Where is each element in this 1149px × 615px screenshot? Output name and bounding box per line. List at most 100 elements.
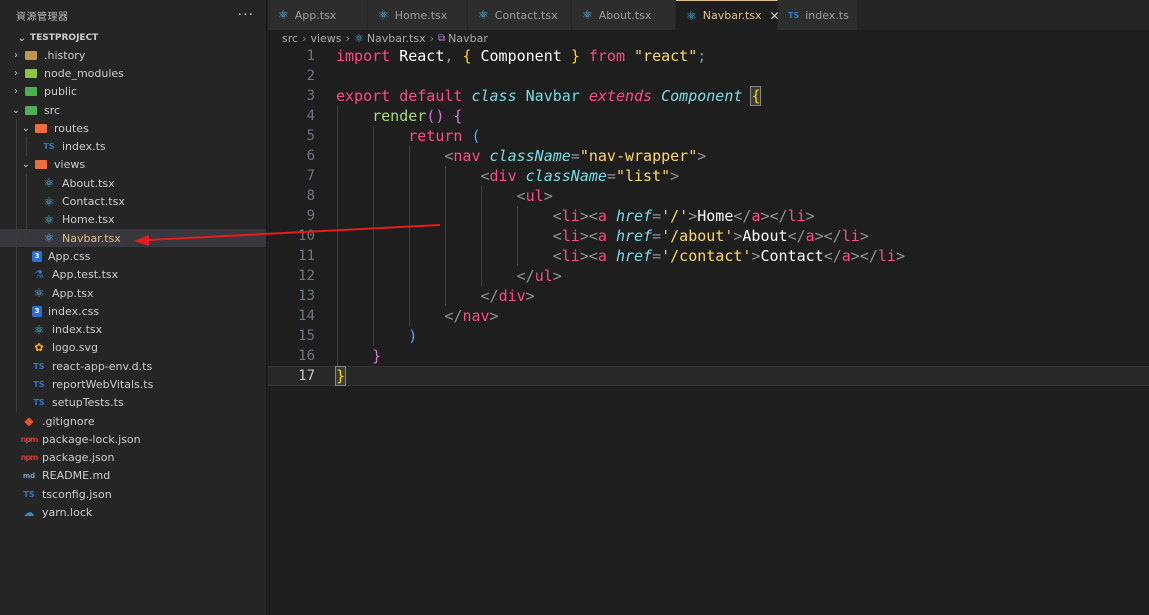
chevron-down-icon: ⌄ xyxy=(21,159,31,171)
folder-item[interactable]: ⌄ src xyxy=(0,101,266,119)
code-line[interactable]: 16 } xyxy=(268,346,1149,366)
code-line[interactable]: 1 import React, { Component } from "reac… xyxy=(268,46,1149,66)
tree-item-label: .history xyxy=(44,48,86,62)
file-item[interactable]: TS tsconfig.json xyxy=(0,485,266,503)
tree-item-label: yarn.lock xyxy=(42,506,93,520)
folder-item[interactable]: › node_modules xyxy=(0,64,266,82)
tree-item-label: About.tsx xyxy=(62,176,115,190)
code-line[interactable]: 4 render() { xyxy=(268,106,1149,126)
typescript-icon: TS xyxy=(23,489,35,499)
routes-folder-icon xyxy=(34,122,48,134)
file-item[interactable]: md README.md xyxy=(0,467,266,485)
code-text: </ul> xyxy=(516,267,562,285)
project-section-header[interactable]: ⌄ TESTPROJECT xyxy=(0,30,266,46)
code-line[interactable]: 15 ) xyxy=(268,326,1149,346)
code-text: </div> xyxy=(480,287,535,305)
line-number: 13 xyxy=(298,288,315,304)
markdown-icon: md xyxy=(22,471,36,480)
line-number: 8 xyxy=(306,188,315,204)
breadcrumb-file[interactable]: Navbar.tsx xyxy=(367,32,426,45)
code-editor[interactable]: 1 import React, { Component } from "reac… xyxy=(268,46,1149,386)
breadcrumb-views[interactable]: views xyxy=(310,32,341,45)
code-text: </nav> xyxy=(444,307,499,325)
yarn-icon: ☁ xyxy=(23,506,35,520)
line-number: 16 xyxy=(298,348,315,364)
breadcrumb-separator: › xyxy=(302,31,307,45)
breadcrumb-symbol[interactable]: Navbar xyxy=(448,32,488,45)
tab-navbar-tsx[interactable]: ⚛ Navbar.tsx ✕ xyxy=(676,0,780,30)
file-item[interactable]: ⚛ Navbar.tsx xyxy=(0,228,266,248)
more-actions-icon[interactable]: ··· xyxy=(238,7,254,23)
file-item[interactable]: ⚛ About.tsx xyxy=(0,174,266,193)
react-icon: ⚛ xyxy=(582,8,593,22)
tree-item-label: setupTests.ts xyxy=(52,396,124,410)
code-line[interactable]: 5 return ( xyxy=(268,126,1149,146)
code-line[interactable]: 9 <li><a href='/'>Home</a></li> xyxy=(268,206,1149,226)
folder-item[interactable]: ⌄ views xyxy=(0,155,266,175)
tree-item-label: package.json xyxy=(42,451,115,465)
breadcrumb-src[interactable]: src xyxy=(282,32,298,45)
chevron-down-icon: ⌄ xyxy=(17,32,27,44)
code-line[interactable]: 14 </nav> xyxy=(268,306,1149,326)
editor-tabs: ⚛ App.tsx ⚛ Home.tsx ⚛ Contact.tsx ⚛ About.tsx ⚛… xyxy=(268,0,1149,30)
file-item[interactable]: ☁ yarn.lock xyxy=(0,503,266,521)
code-text: <div className="list"> xyxy=(480,167,680,185)
code-text: export default class Navbar extends Comp… xyxy=(336,86,762,106)
file-item[interactable]: ⚗ App.test.tsx xyxy=(0,265,266,284)
file-item[interactable]: ◆ .gitignore xyxy=(0,412,266,430)
code-line[interactable]: 12 </ul> xyxy=(268,266,1149,286)
code-line[interactable]: 10 <li><a href='/about'>About</a></li> xyxy=(268,226,1149,246)
folder-item[interactable]: › .history xyxy=(0,46,266,64)
code-line[interactable]: 8 <ul> xyxy=(268,186,1149,206)
typescript-icon: TS xyxy=(43,142,55,152)
text-cursor xyxy=(345,368,347,385)
tab-index-ts[interactable]: TS index.ts xyxy=(778,0,858,30)
tab-home-tsx[interactable]: ⚛ Home.tsx xyxy=(368,0,468,30)
react-icon: ⚛ xyxy=(686,8,697,23)
file-item[interactable]: TS reportWebVitals.ts xyxy=(0,375,266,394)
code-line[interactable]: 7 <div className="list"> xyxy=(268,166,1149,186)
file-item[interactable]: 3 index.css xyxy=(0,302,266,321)
folder-item[interactable]: › public xyxy=(0,83,266,101)
tree-item-label: README.md xyxy=(42,469,111,483)
tree-item-label: index.css xyxy=(48,304,100,318)
file-item[interactable]: TS index.ts xyxy=(0,137,266,156)
file-item[interactable]: TS react-app-env.d.ts xyxy=(0,357,266,376)
code-line[interactable]: 11 <li><a href='/contact'>Contact</a></l… xyxy=(268,246,1149,266)
file-item[interactable]: ⚛ Contact.tsx xyxy=(0,192,266,211)
code-line[interactable]: 13 </div> xyxy=(268,286,1149,306)
tree-item-label: src xyxy=(44,103,61,117)
code-text: } xyxy=(372,347,382,365)
chevron-right-icon: › xyxy=(14,67,18,79)
code-text: <li><a href='/about'>About</a></li> xyxy=(552,227,869,245)
file-item[interactable]: npm package.json xyxy=(0,449,266,467)
code-line-current[interactable]: 17 } xyxy=(268,366,1149,386)
npm-icon: npm xyxy=(20,434,39,444)
line-number: 15 xyxy=(298,328,315,344)
folder-item[interactable]: ⌄ routes xyxy=(0,119,266,138)
code-line[interactable]: 6 <nav className="nav-wrapper"> xyxy=(268,146,1149,166)
file-item[interactable]: ⚛ Home.tsx xyxy=(0,210,266,229)
tab-app-tsx[interactable]: ⚛ App.tsx xyxy=(268,0,368,30)
file-item[interactable]: TS setupTests.ts xyxy=(0,393,266,412)
file-item[interactable]: 3 App.css xyxy=(0,247,266,266)
line-number: 2 xyxy=(306,68,315,84)
typescript-icon: TS xyxy=(33,379,45,389)
tab-contact-tsx[interactable]: ⚛ Contact.tsx xyxy=(468,0,572,30)
file-item[interactable]: ✿ logo.svg xyxy=(0,338,266,358)
line-number: 5 xyxy=(306,128,315,144)
code-line[interactable]: 2 xyxy=(268,66,1149,86)
tab-about-tsx[interactable]: ⚛ About.tsx xyxy=(572,0,676,30)
file-tree: › .history › node_modules › public ⌄ src ⌄ routes… xyxy=(0,46,266,522)
file-item[interactable]: npm package-lock.json xyxy=(0,430,266,448)
file-item[interactable]: ⚛ index.tsx xyxy=(0,320,266,339)
react-icon: ⚛ xyxy=(478,8,489,22)
tree-item-label: Contact.tsx xyxy=(62,195,125,209)
code-text: ) xyxy=(408,327,418,345)
code-line[interactable]: 3 export default class Navbar extends Co… xyxy=(268,86,1149,106)
tree-item-label: views xyxy=(54,158,86,172)
code-text: render() { xyxy=(372,107,463,125)
breadcrumb-separator: › xyxy=(345,31,350,45)
css-icon: 3 xyxy=(32,305,42,317)
file-item[interactable]: ⚛ App.tsx xyxy=(0,283,266,303)
